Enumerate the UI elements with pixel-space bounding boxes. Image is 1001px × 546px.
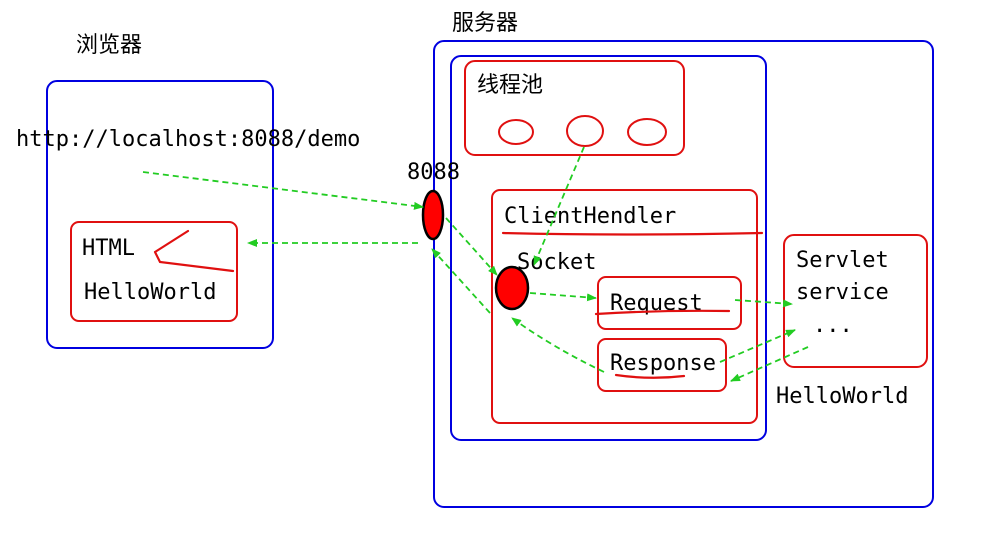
html-label: HTML: [82, 236, 135, 261]
thread-oval-2: [566, 115, 604, 147]
architecture-diagram: 浏览器 http://localhost:8088/demo HTML Hell…: [16, 11, 934, 508]
response-label: Response: [610, 351, 716, 376]
arrow-url-to-port: [142, 171, 424, 210]
thread-oval-1: [498, 119, 534, 145]
browser-box: [46, 80, 274, 349]
browser-helloworld-label: HelloWorld: [84, 280, 216, 305]
thread-oval-3: [627, 118, 667, 146]
client-handler-underline: [501, 231, 764, 236]
client-handler-label: ClientHendler: [504, 204, 676, 229]
servlet-ellipsis: ...: [813, 313, 853, 338]
servlet-label: Servlet: [796, 248, 889, 273]
arrow-socket-to-request: [529, 292, 597, 302]
port-8088-marker: [421, 189, 445, 241]
web-container-box: [450, 55, 767, 441]
arrow-port-to-socket: [445, 217, 498, 276]
html-annotation-scribble: [153, 229, 235, 273]
thread-pool-label: 线程池: [477, 73, 543, 98]
browser-url: http://localhost:8088/demo: [16, 127, 360, 152]
socket-label: Socket: [517, 250, 596, 275]
arrow-response-to-socket: [511, 317, 605, 373]
socket-marker: [494, 265, 530, 311]
browser-title: 浏览器: [76, 33, 142, 58]
port-label: 8088: [407, 160, 460, 185]
server-helloworld-label: HelloWorld: [776, 384, 908, 409]
server-title: 服务器: [452, 11, 518, 36]
servlet-service-label: service: [796, 280, 889, 305]
